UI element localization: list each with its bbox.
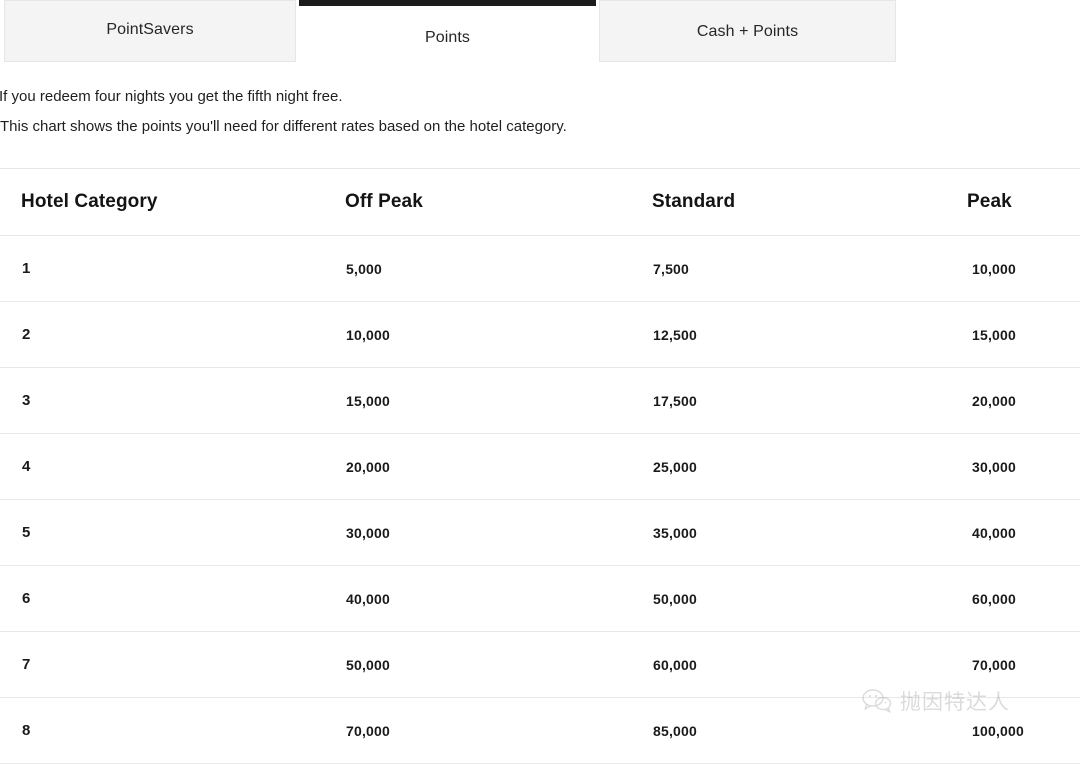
cell-off-peak: 40,000 — [333, 565, 642, 632]
cell-off-peak: 70,000 — [333, 697, 642, 764]
cell-standard: 17,500 — [642, 367, 954, 434]
table-row: 3 15,000 17,500 20,000 — [0, 367, 1080, 434]
cell-standard: 35,000 — [642, 499, 954, 566]
table-body: 1 5,000 7,500 10,000 2 10,000 12,500 15,… — [0, 235, 1080, 764]
table-row: 5 30,000 35,000 40,000 — [0, 499, 1080, 566]
tab-points-label: Points — [424, 29, 471, 46]
cell-hotel-category: 8 — [0, 697, 333, 764]
cell-off-peak: 10,000 — [333, 301, 642, 368]
tab-pointsavers-label: PointSavers — [106, 21, 194, 38]
cell-off-peak: 50,000 — [333, 631, 642, 698]
cell-standard: 7,500 — [642, 235, 954, 302]
table-row: 7 50,000 60,000 70,000 — [0, 631, 1080, 698]
tab-pointsavers[interactable]: PointSavers — [4, 0, 296, 62]
cell-peak: 15,000 — [954, 301, 1080, 368]
cell-standard: 60,000 — [642, 631, 954, 698]
tab-cash-plus-points[interactable]: Cash + Points — [599, 0, 896, 62]
intro-line-1: If you redeem four nights you get the fi… — [0, 88, 343, 105]
cell-hotel-category: 2 — [0, 301, 333, 368]
award-chart-table-wrapper: Hotel Category Off Peak Standard Peak 1 … — [0, 168, 1080, 764]
table-header-row: Hotel Category Off Peak Standard Peak — [0, 169, 1080, 236]
column-header-hotel-category: Hotel Category — [0, 169, 333, 236]
cell-off-peak: 15,000 — [333, 367, 642, 434]
tab-points[interactable]: Points — [299, 0, 596, 62]
table-row: 1 5,000 7,500 10,000 — [0, 235, 1080, 302]
cell-peak: 40,000 — [954, 499, 1080, 566]
table-row: 8 70,000 85,000 100,000 — [0, 697, 1080, 764]
cell-hotel-category: 5 — [0, 499, 333, 566]
cell-peak: 100,000 — [954, 697, 1080, 764]
cell-off-peak: 20,000 — [333, 433, 642, 500]
table-row: 2 10,000 12,500 15,000 — [0, 301, 1080, 368]
table-row: 6 40,000 50,000 60,000 — [0, 565, 1080, 632]
cell-standard: 85,000 — [642, 697, 954, 764]
cell-off-peak: 30,000 — [333, 499, 642, 566]
cell-standard: 12,500 — [642, 301, 954, 368]
cell-hotel-category: 6 — [0, 565, 333, 632]
cell-peak: 60,000 — [954, 565, 1080, 632]
tab-cash-plus-points-label: Cash + Points — [696, 23, 799, 40]
intro-line-2: This chart shows the points you'll need … — [0, 118, 567, 135]
cell-off-peak: 5,000 — [333, 235, 642, 302]
cell-peak: 20,000 — [954, 367, 1080, 434]
cell-peak: 70,000 — [954, 631, 1080, 698]
cell-hotel-category: 1 — [0, 235, 333, 302]
cell-standard: 50,000 — [642, 565, 954, 632]
table-row: 4 20,000 25,000 30,000 — [0, 433, 1080, 500]
column-header-peak: Peak — [954, 169, 1080, 236]
column-header-off-peak: Off Peak — [333, 169, 642, 236]
cell-hotel-category: 4 — [0, 433, 333, 500]
cell-peak: 30,000 — [954, 433, 1080, 500]
award-chart-table: Hotel Category Off Peak Standard Peak 1 … — [0, 169, 1080, 764]
intro-text: If you redeem four nights you get the fi… — [0, 62, 1080, 142]
cell-standard: 25,000 — [642, 433, 954, 500]
tab-bar: PointSavers Points Cash + Points — [0, 0, 1080, 62]
table-header: Hotel Category Off Peak Standard Peak — [0, 169, 1080, 236]
cell-peak: 10,000 — [954, 235, 1080, 302]
cell-hotel-category: 3 — [0, 367, 333, 434]
column-header-standard: Standard — [642, 169, 954, 236]
cell-hotel-category: 7 — [0, 631, 333, 698]
